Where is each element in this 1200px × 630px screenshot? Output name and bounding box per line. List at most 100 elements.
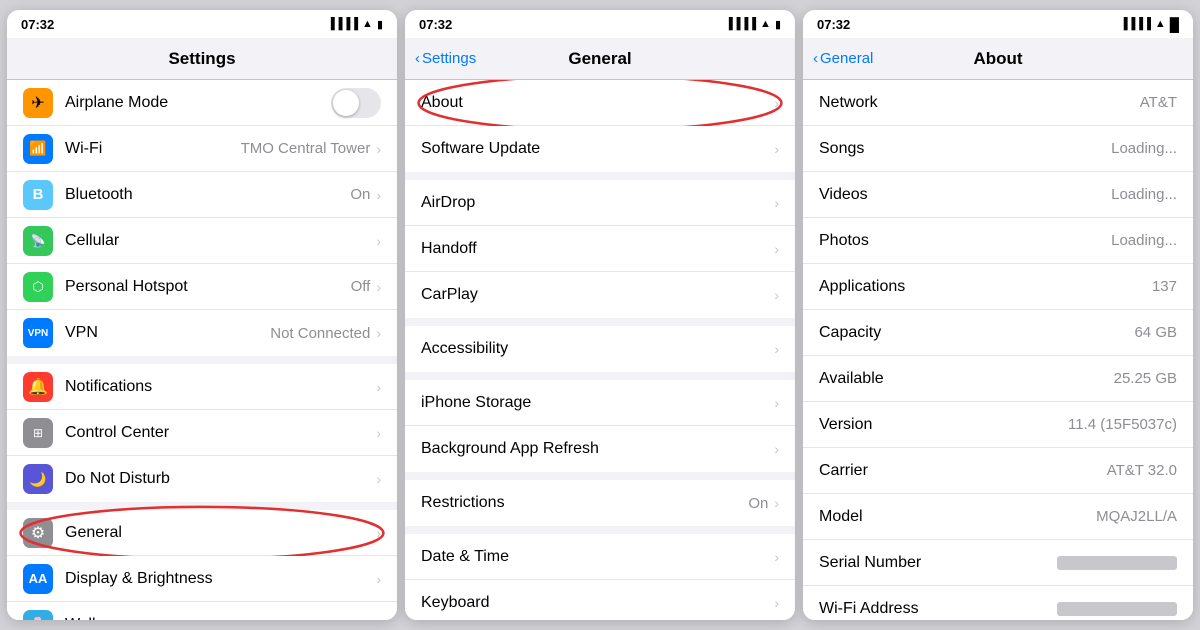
wifi-icon-row: 📶: [23, 134, 53, 164]
keyboard-label: Keyboard: [421, 594, 774, 612]
hotspot-icon: ⬡: [23, 272, 53, 302]
section-accessibility: Accessibility ›: [405, 326, 795, 372]
row-restrictions[interactable]: Restrictions On ›: [405, 480, 795, 526]
vpn-value: Not Connected: [270, 325, 370, 342]
row-keyboard[interactable]: Keyboard ›: [405, 580, 795, 620]
wifi-address-value: [1057, 602, 1177, 616]
display-label: Display & Brightness: [65, 570, 376, 588]
general-nav-title: General: [568, 49, 631, 69]
cellular-chevron: ›: [376, 233, 381, 249]
signal-icon-3: ▐▐▐▐: [1120, 18, 1151, 30]
model-value: MQAJ2LL/A: [1096, 508, 1177, 525]
status-bar-3: 07:32 ▐▐▐▐ ▲ █: [803, 10, 1193, 38]
row-iphone-storage[interactable]: iPhone Storage ›: [405, 380, 795, 426]
version-value: 11.4 (15F5037c): [1068, 416, 1177, 433]
about-section: Network AT&T Songs Loading... Videos Loa…: [803, 80, 1193, 620]
airdrop-chevron: ›: [774, 195, 779, 211]
general-chevron: ›: [376, 525, 381, 541]
status-icons-1: ▐▐▐▐ ▲ ▮: [327, 18, 383, 31]
carrier-value: AT&T 32.0: [1107, 462, 1177, 479]
notifications-icon: 🔔: [23, 372, 53, 402]
wifi-address-label: Wi-Fi Address: [819, 600, 1057, 618]
vpn-icon: VPN: [23, 318, 53, 348]
capacity-value: 64 GB: [1134, 324, 1177, 341]
general-icon: ⚙: [23, 518, 53, 548]
applications-label: Applications: [819, 278, 1152, 296]
general-row-wrapper: ⚙ General ›: [7, 510, 397, 556]
row-cellular[interactable]: 📡 Cellular ›: [7, 218, 397, 264]
available-value: 25.25 GB: [1114, 370, 1177, 387]
airplane-icon: ✈: [23, 88, 53, 118]
wallpaper-chevron: ›: [376, 617, 381, 621]
about-version-row: Version 11.4 (15F5037c): [803, 402, 1193, 448]
wifi-label: Wi-Fi: [65, 140, 241, 158]
status-time-2: 07:32: [419, 17, 452, 32]
back-button-about[interactable]: ‹ General: [813, 50, 873, 67]
row-display[interactable]: AA Display & Brightness ›: [7, 556, 397, 602]
row-handoff[interactable]: Handoff ›: [405, 226, 795, 272]
row-date-time[interactable]: Date & Time ›: [405, 534, 795, 580]
panel-general: 07:32 ▐▐▐▐ ▲ ▮ ‹ Settings General About …: [405, 10, 795, 620]
row-wallpaper[interactable]: 🌸 Wallpaper ›: [7, 602, 397, 620]
row-do-not-disturb[interactable]: 🌙 Do Not Disturb ›: [7, 456, 397, 502]
about-carrier-row: Carrier AT&T 32.0: [803, 448, 1193, 494]
general-label: General: [65, 524, 376, 542]
bluetooth-chevron: ›: [376, 187, 381, 203]
row-vpn[interactable]: VPN VPN Not Connected ›: [7, 310, 397, 356]
control-center-label: Control Center: [65, 424, 376, 442]
row-control-center[interactable]: ⊞ Control Center ›: [7, 410, 397, 456]
restrictions-value: On: [748, 495, 768, 512]
bluetooth-value: On: [350, 186, 370, 203]
row-wifi[interactable]: 📶 Wi-Fi TMO Central Tower ›: [7, 126, 397, 172]
background-refresh-label: Background App Refresh: [421, 440, 774, 458]
row-notifications[interactable]: 🔔 Notifications ›: [7, 364, 397, 410]
handoff-chevron: ›: [774, 241, 779, 257]
section-connectivity: ✈ Airplane Mode 📶 Wi-Fi TMO Central Towe…: [7, 80, 397, 356]
handoff-label: Handoff: [421, 240, 774, 258]
back-button-general[interactable]: ‹ Settings: [415, 50, 476, 67]
row-bluetooth[interactable]: B Bluetooth On ›: [7, 172, 397, 218]
row-accessibility[interactable]: Accessibility ›: [405, 326, 795, 372]
row-carplay[interactable]: CarPlay ›: [405, 272, 795, 318]
general-list: About › Software Update › AirDrop › Hand…: [405, 80, 795, 620]
status-time-1: 07:32: [21, 17, 54, 32]
back-label-about: General: [820, 50, 873, 67]
status-icons-3: ▐▐▐▐ ▲ █: [1120, 17, 1179, 32]
section-general-group: ⚙ General › AA Display & Brightness › 🌸 …: [7, 510, 397, 620]
notifications-label: Notifications: [65, 378, 376, 396]
keyboard-chevron: ›: [774, 595, 779, 611]
airplane-toggle[interactable]: [331, 88, 381, 118]
wifi-icon-2: ▲: [760, 18, 771, 30]
carplay-label: CarPlay: [421, 286, 774, 304]
about-chevron: ›: [774, 95, 779, 111]
row-about[interactable]: About ›: [405, 80, 795, 126]
control-center-icon: ⊞: [23, 418, 53, 448]
row-hotspot[interactable]: ⬡ Personal Hotspot Off ›: [7, 264, 397, 310]
about-network-row: Network AT&T: [803, 80, 1193, 126]
wallpaper-label: Wallpaper: [65, 616, 376, 621]
about-row-wrapper: About ›: [405, 80, 795, 126]
about-serial-row: Serial Number: [803, 540, 1193, 586]
row-software-update[interactable]: Software Update ›: [405, 126, 795, 172]
about-list: Network AT&T Songs Loading... Videos Loa…: [803, 80, 1193, 620]
nav-bar-about: ‹ General About: [803, 38, 1193, 80]
notifications-chevron: ›: [376, 379, 381, 395]
row-general[interactable]: ⚙ General ›: [7, 510, 397, 556]
software-update-label: Software Update: [421, 140, 774, 158]
back-chevron-general: ‹: [415, 50, 420, 67]
display-chevron: ›: [376, 571, 381, 587]
status-bar-2: 07:32 ▐▐▐▐ ▲ ▮: [405, 10, 795, 38]
signal-icon: ▐▐▐▐: [327, 18, 358, 30]
bluetooth-label: Bluetooth: [65, 186, 350, 204]
row-airplane[interactable]: ✈ Airplane Mode: [7, 80, 397, 126]
panel-about: 07:32 ▐▐▐▐ ▲ █ ‹ General About Network A…: [803, 10, 1193, 620]
about-label-text: About: [421, 94, 774, 112]
row-airdrop[interactable]: AirDrop ›: [405, 180, 795, 226]
section-about: About › Software Update ›: [405, 80, 795, 172]
do-not-disturb-icon: 🌙: [23, 464, 53, 494]
songs-label: Songs: [819, 140, 1111, 158]
do-not-disturb-label: Do Not Disturb: [65, 470, 376, 488]
row-background-refresh[interactable]: Background App Refresh ›: [405, 426, 795, 472]
available-label: Available: [819, 370, 1114, 388]
date-time-chevron: ›: [774, 549, 779, 565]
